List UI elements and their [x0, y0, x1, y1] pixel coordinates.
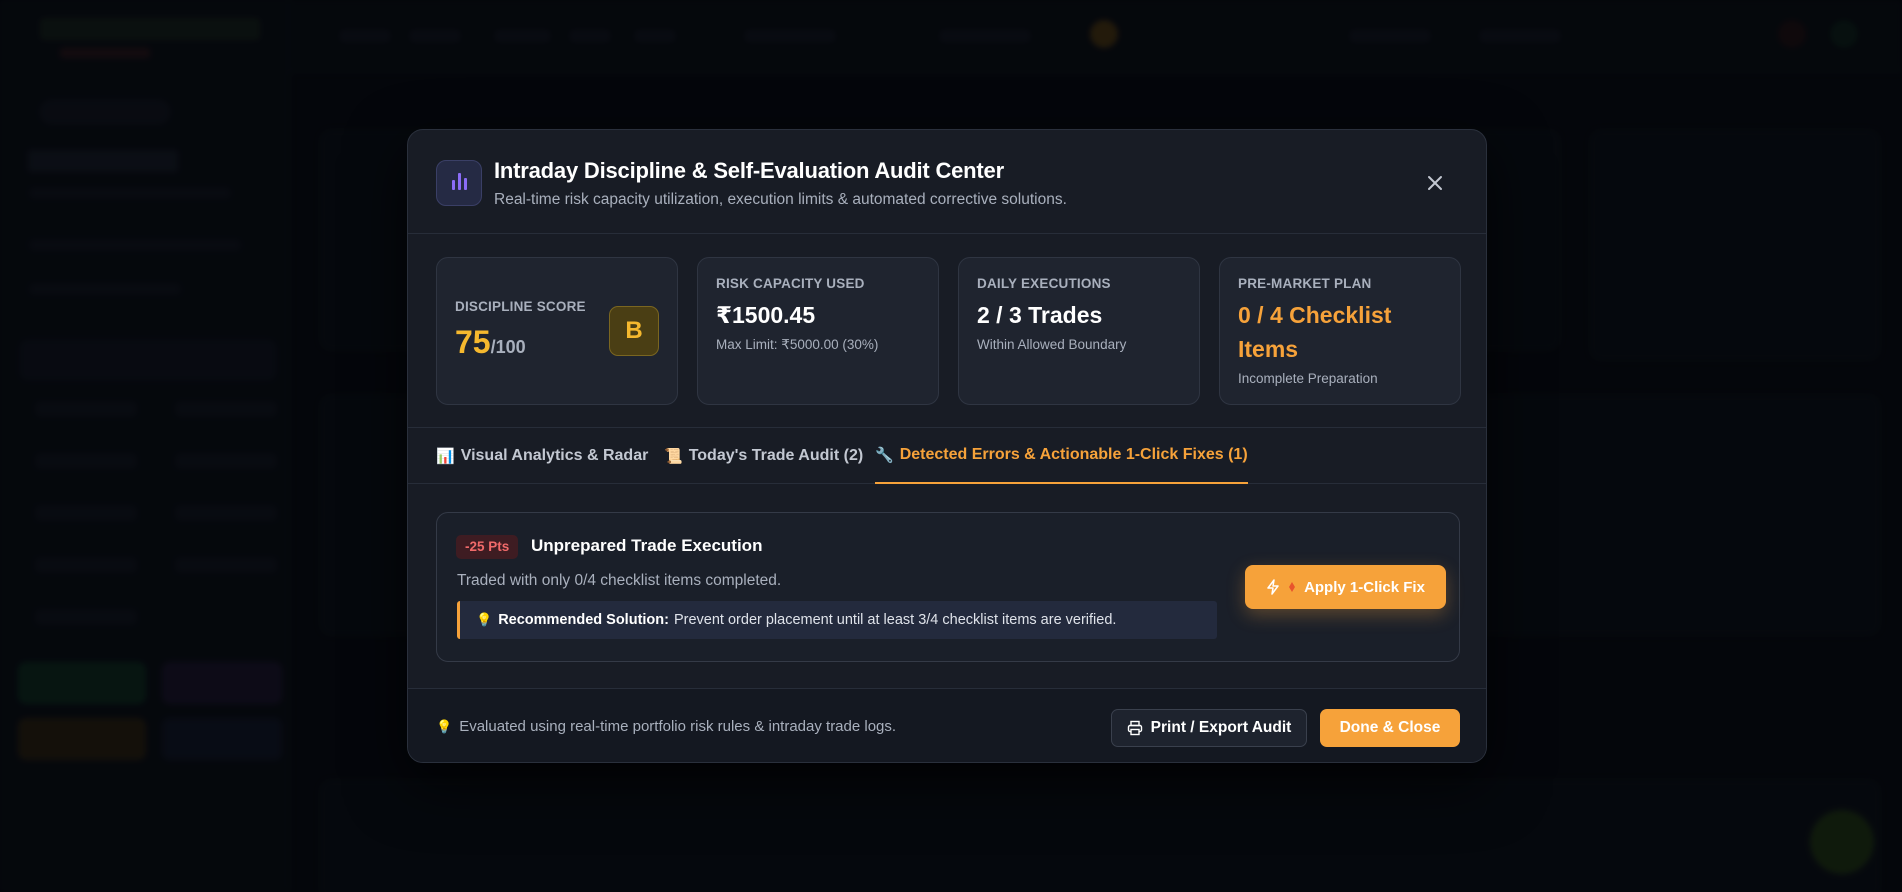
solution-label: Recommended Solution:: [498, 612, 669, 628]
close-icon: [1428, 176, 1442, 190]
close-button[interactable]: [1420, 168, 1450, 198]
tab-visual-analytics[interactable]: 📊 Visual Analytics & Radar: [436, 428, 648, 484]
pre-market-plan-card: PRE-MARKET PLAN 0 / 4 Checklist Items In…: [1219, 257, 1461, 405]
chart-icon: 📊: [436, 448, 455, 465]
lightbulb-icon: 💡: [476, 612, 493, 627]
discipline-score-value: 75/100: [455, 324, 526, 361]
modal-title: Intraday Discipline & Self-Evaluation Au…: [494, 158, 1004, 183]
apply-fix-label: Apply 1-Click Fix: [1304, 578, 1425, 596]
footer-note: 💡 Evaluated using real-time portfolio ri…: [436, 718, 896, 735]
tab-label: Visual Analytics & Radar: [460, 447, 649, 464]
daily-executions-status: Within Allowed Boundary: [977, 337, 1127, 352]
wrench-icon: 🔧: [875, 447, 894, 464]
pre-market-plan-value: 0 / 4 Checklist: [1238, 302, 1392, 328]
risk-capacity-limit: Max Limit: ₹5000.00 (30%): [716, 337, 879, 352]
error-card: -25 Pts Unprepared Trade Execution Trade…: [436, 512, 1460, 662]
modal-footer: 💡 Evaluated using real-time portfolio ri…: [408, 688, 1486, 762]
pre-market-plan-label: PRE-MARKET PLAN: [1238, 276, 1372, 291]
tab-trade-audit[interactable]: 📜 Today's Trade Audit (2): [664, 428, 863, 484]
daily-executions-value: 2 / 3 Trades: [977, 302, 1103, 328]
pre-market-plan-status: Incomplete Preparation: [1238, 371, 1378, 386]
solution-text: Prevent order placement until at least 3…: [673, 612, 1117, 628]
error-title: Unprepared Trade Execution: [531, 536, 763, 555]
printer-icon: [1127, 720, 1142, 736]
risk-capacity-value: ₹1500.45: [716, 302, 816, 328]
lightning-icon: [1267, 579, 1279, 595]
modal-subtitle: Real-time risk capacity utilization, exe…: [494, 191, 1067, 208]
apply-fix-button[interactable]: Apply 1-Click Fix: [1245, 565, 1446, 609]
recommended-solution: 💡 Recommended Solution: Prevent order pl…: [457, 601, 1217, 639]
risk-capacity-label: RISK CAPACITY USED: [716, 276, 865, 291]
pre-market-plan-value-cont: Items: [1238, 336, 1299, 362]
scroll-icon: 📜: [664, 448, 683, 465]
discipline-score-card: DISCIPLINE SCORE 75/100 B: [436, 257, 678, 405]
lightbulb-icon: 💡: [436, 718, 453, 734]
footer-note-text: Evaluated using real-time portfolio risk…: [459, 718, 897, 735]
error-description: Traded with only 0/4 checklist items com…: [457, 572, 782, 589]
spark-icon: [1289, 582, 1296, 592]
discipline-score-label: DISCIPLINE SCORE: [455, 299, 586, 314]
bar-chart-icon: [436, 160, 482, 206]
discipline-score-max: /100: [490, 337, 526, 357]
grade-badge: B: [609, 306, 659, 356]
discipline-score-number: 75: [455, 324, 491, 360]
done-close-button[interactable]: Done & Close: [1320, 709, 1460, 747]
risk-capacity-card: RISK CAPACITY USED ₹1500.45 Max Limit: ₹…: [697, 257, 939, 405]
tab-label: Today's Trade Audit (2): [688, 447, 864, 464]
print-export-label: Print / Export Audit: [1150, 719, 1292, 736]
daily-executions-label: DAILY EXECUTIONS: [977, 276, 1111, 291]
modal-header: Intraday Discipline & Self-Evaluation Au…: [408, 130, 1486, 234]
daily-executions-card: DAILY EXECUTIONS 2 / 3 Trades Within All…: [958, 257, 1200, 405]
tab-bar: 📊 Visual Analytics & Radar 📜 Today's Tra…: [408, 427, 1486, 484]
print-export-button[interactable]: Print / Export Audit: [1111, 709, 1307, 747]
audit-modal: Intraday Discipline & Self-Evaluation Au…: [407, 129, 1487, 763]
penalty-badge: -25 Pts: [456, 535, 519, 559]
tab-label: Detected Errors & Actionable 1-Click Fix…: [899, 446, 1248, 463]
tab-detected-errors[interactable]: 🔧 Detected Errors & Actionable 1-Click F…: [875, 428, 1248, 484]
